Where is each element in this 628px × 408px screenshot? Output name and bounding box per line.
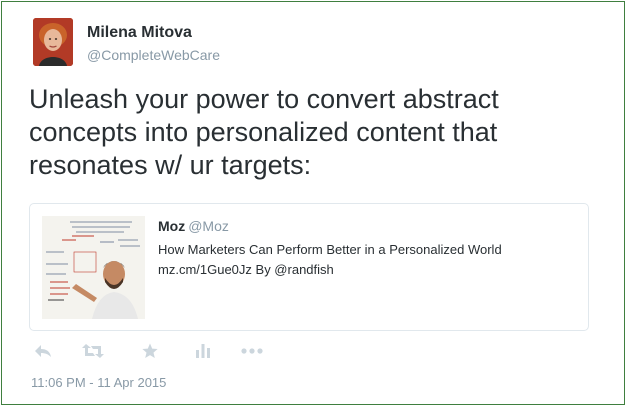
bar-chart-icon bbox=[196, 344, 210, 358]
retweet-icon bbox=[82, 344, 104, 358]
reply-button[interactable] bbox=[32, 340, 54, 362]
author-name[interactable]: Milena Mitova bbox=[87, 24, 192, 42]
whiteboard-presenter-image bbox=[42, 216, 145, 319]
analytics-button[interactable] bbox=[192, 340, 214, 362]
avatar-image bbox=[33, 18, 73, 66]
star-icon bbox=[142, 343, 158, 358]
card-link[interactable]: mz.cm/1Gue0Jz By @randfish bbox=[158, 262, 578, 277]
more-button[interactable] bbox=[240, 340, 264, 362]
favorite-button[interactable] bbox=[139, 340, 161, 362]
tweet-timestamp[interactable]: 11:06 PM - 11 Apr 2015 bbox=[31, 375, 166, 390]
link-card[interactable]: Moz @Moz How Marketers Can Perform Better… bbox=[29, 203, 589, 331]
tweet-container: Milena Mitova @CompleteWebCare Unleash y… bbox=[1, 1, 625, 405]
reply-icon bbox=[35, 345, 51, 357]
avatar[interactable] bbox=[33, 18, 73, 66]
author-handle[interactable]: @CompleteWebCare bbox=[87, 47, 220, 63]
card-author[interactable]: Moz @Moz bbox=[158, 218, 578, 234]
card-author-handle[interactable]: @Moz bbox=[188, 218, 229, 234]
more-dots-icon bbox=[241, 348, 263, 354]
retweet-button[interactable] bbox=[82, 340, 104, 362]
card-body: Moz @Moz How Marketers Can Perform Better… bbox=[158, 218, 578, 277]
card-title[interactable]: How Marketers Can Perform Better in a Pe… bbox=[158, 242, 578, 257]
card-author-name[interactable]: Moz bbox=[158, 218, 185, 234]
card-thumbnail[interactable] bbox=[42, 216, 145, 319]
tweet-text: Unleash your power to convert abstract c… bbox=[29, 84, 499, 180]
